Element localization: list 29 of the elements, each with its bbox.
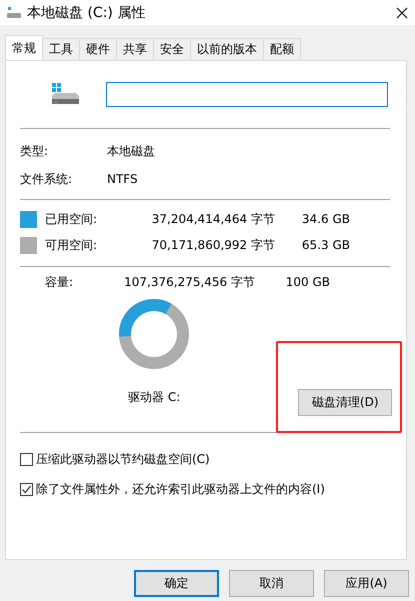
field-label: 类型: bbox=[20, 142, 50, 160]
field-value: 本地磁盘 bbox=[107, 142, 155, 160]
capacity-label: 容量: bbox=[45, 274, 74, 290]
space-label: 可用空间: bbox=[45, 236, 98, 254]
dialog-button[interactable]: 取消 bbox=[229, 570, 314, 597]
space-label: 已用空间: bbox=[45, 210, 98, 228]
size-value: 100 GB bbox=[284, 275, 330, 289]
field-label: 文件系统: bbox=[20, 170, 74, 188]
tab[interactable]: 配额 bbox=[263, 38, 301, 60]
name-field[interactable] bbox=[106, 82, 388, 107]
tab[interactable]: 常规 bbox=[5, 35, 43, 60]
disk-cleanup-button[interactable]: 磁盘清理(D) bbox=[298, 389, 392, 416]
field-value: NTFS bbox=[107, 172, 138, 186]
checkbox-option[interactable]: 压缩此驱动器以节约磁盘空间(C) bbox=[20, 451, 392, 468]
donut-chart bbox=[119, 299, 190, 369]
byte-count: 37,204,414,464 字节 bbox=[150, 210, 275, 228]
close-icon[interactable] bbox=[396, 6, 408, 18]
dialog-button[interactable]: 应用(A) bbox=[324, 570, 409, 597]
checkbox[interactable] bbox=[20, 453, 33, 466]
byte-count: 107,376,275,456 字节 bbox=[123, 274, 255, 290]
byte-count: 70,171,860,992 字节 bbox=[150, 236, 275, 254]
checkbox[interactable] bbox=[20, 483, 33, 496]
dialog-button[interactable]: 确定 bbox=[134, 570, 219, 597]
size-value: 65.3 GB bbox=[300, 238, 350, 252]
size-value: 34.6 GB bbox=[300, 212, 350, 226]
window-title: 本地磁盘 (C:) 属性 bbox=[27, 4, 146, 22]
drive-icon bbox=[7, 6, 21, 18]
checkbox-option[interactable]: 除了文件属性外，还允许索引此驱动器上文件的内容(I) bbox=[20, 481, 392, 498]
drive-label: 驱动器 C: bbox=[128, 389, 180, 406]
